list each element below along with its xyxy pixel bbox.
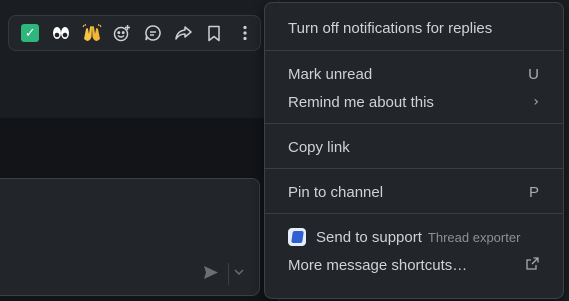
menu-item-copy-link[interactable]: Copy link	[265, 133, 563, 161]
menu-item-label: Remind me about this	[288, 93, 434, 111]
menu-item-label: Turn off notifications for replies	[288, 19, 493, 37]
menu-item-label: Copy link	[288, 138, 350, 156]
add-reaction-button[interactable]	[107, 18, 138, 48]
menu-item-send-to-support[interactable]: Send to support Thread exporter	[265, 223, 563, 251]
composer-separator	[228, 263, 229, 285]
speech-bubble-icon	[145, 25, 161, 41]
app-name-label: Thread exporter	[427, 229, 521, 245]
send-icon[interactable]	[203, 265, 219, 284]
eyes-icon	[52, 27, 69, 39]
menu-item-label: Mark unread	[288, 65, 373, 83]
reaction-check-mark-button[interactable]: ✓	[15, 18, 46, 48]
keyboard-shortcut: U	[528, 65, 539, 83]
message-composer[interactable]	[0, 178, 260, 296]
menu-divider	[265, 50, 563, 51]
menu-divider	[265, 213, 563, 214]
app-screen: ✓ Turn off notifications for replies Mar…	[0, 0, 569, 301]
more-actions-button[interactable]	[229, 18, 260, 48]
reaction-eyes-button[interactable]	[46, 18, 77, 48]
message-actions-toolbar: ✓	[8, 15, 261, 51]
chevron-down-icon[interactable]	[234, 266, 244, 279]
chevron-right-icon: ›	[533, 94, 539, 110]
menu-item-remind-me[interactable]: Remind me about this ›	[265, 88, 563, 116]
keyboard-shortcut: P	[528, 183, 539, 201]
add-reaction-icon	[113, 25, 131, 42]
menu-divider	[265, 168, 563, 169]
menu-item-pin-to-channel[interactable]: Pin to channel P	[265, 178, 563, 206]
check-mark-icon: ✓	[21, 24, 40, 42]
menu-item-label: Send to support	[316, 228, 422, 246]
menu-item-label: Pin to channel	[288, 183, 384, 201]
forward-message-button[interactable]	[168, 18, 199, 48]
save-for-later-button[interactable]	[199, 18, 230, 48]
reaction-raised-hands-button[interactable]	[76, 18, 107, 48]
menu-divider	[265, 123, 563, 124]
vertical-ellipsis-icon	[243, 25, 247, 41]
menu-item-more-shortcuts[interactable]: More message shortcuts…	[265, 251, 563, 279]
menu-item-label: More message shortcuts…	[288, 256, 468, 274]
menu-item-mark-unread[interactable]: Mark unread U	[265, 60, 563, 88]
message-context-menu: Turn off notifications for replies Mark …	[264, 2, 564, 299]
external-link-icon	[526, 256, 539, 274]
raised-hands-icon	[82, 24, 102, 41]
thread-exporter-app-icon	[288, 228, 306, 246]
forward-arrow-icon	[175, 26, 193, 40]
reply-in-thread-button[interactable]	[138, 18, 169, 48]
bookmark-icon	[208, 25, 220, 41]
menu-item-turn-off-notifications[interactable]: Turn off notifications for replies	[265, 14, 563, 42]
